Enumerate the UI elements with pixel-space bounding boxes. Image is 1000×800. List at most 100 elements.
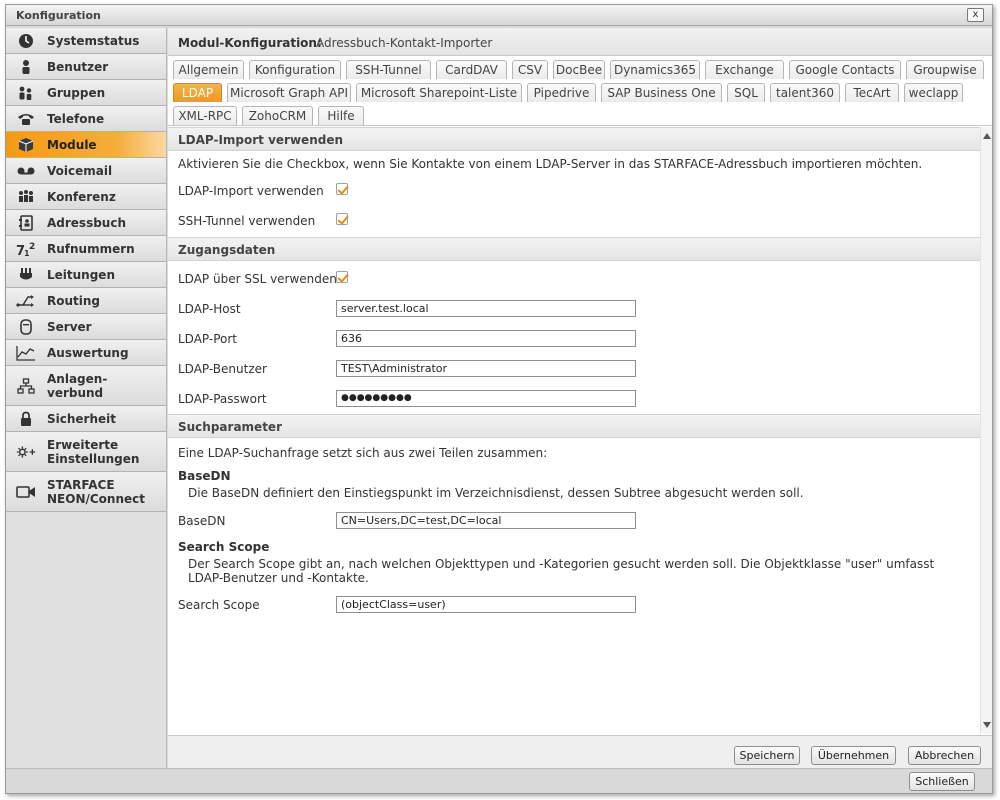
ldap-user-input[interactable]: TEST\Administrator xyxy=(336,360,636,377)
tab-google-contacts[interactable]: Google Contacts xyxy=(789,60,901,79)
section-title: Suchparameter xyxy=(178,420,282,434)
tab-microsoft-sharepoint-liste[interactable]: Microsoft Sharepoint-Liste xyxy=(356,83,522,102)
ssl-label: LDAP über SSL verwenden xyxy=(178,272,337,286)
section-title: LDAP-Import verwenden xyxy=(178,133,344,147)
section-ldap-import: LDAP-Import verwenden xyxy=(168,127,980,151)
window-close-button[interactable]: x xyxy=(967,8,984,22)
tab-microsoft-graph-api[interactable]: Microsoft Graph API xyxy=(227,83,351,102)
tab-exchange[interactable]: Exchange xyxy=(705,60,784,79)
section-zugangsdaten: Zugangsdaten xyxy=(168,237,980,261)
sidebar-item-server[interactable]: Server xyxy=(6,314,166,340)
user-icon xyxy=(16,57,36,77)
sidebar-item-module[interactable]: Module xyxy=(6,132,166,158)
sidebar-item-auswertung[interactable]: Auswertung xyxy=(6,340,166,366)
sidebar-item-routing[interactable]: Routing xyxy=(6,288,166,314)
window-title: Konfiguration xyxy=(16,9,101,22)
sidebar-item-telefone[interactable]: Telefone xyxy=(6,106,166,132)
chart-icon xyxy=(16,343,36,363)
svg-text:2: 2 xyxy=(29,242,35,252)
save-button[interactable]: Speichern xyxy=(734,746,800,765)
voicemail-icon xyxy=(16,161,36,181)
sidebar-item-label: Adressbuch xyxy=(47,215,127,230)
sidebar-item-adressbuch[interactable]: Adressbuch xyxy=(6,210,166,236)
section-title: Zugangsdaten xyxy=(178,243,276,257)
sidebar-item-konferenz[interactable]: Konferenz xyxy=(6,184,166,210)
sidebar-item-label: Rufnummern xyxy=(47,241,135,256)
window-bottom-bar: Schließen xyxy=(6,768,992,793)
routing-icon xyxy=(16,291,36,311)
ldap-port-input[interactable]: 636 xyxy=(336,330,636,347)
cancel-button[interactable]: Abbrechen xyxy=(908,746,981,765)
ldap-port-label: LDAP-Port xyxy=(178,332,238,346)
ssl-checkbox[interactable] xyxy=(336,271,348,283)
scroll-up-arrow-icon[interactable] xyxy=(983,133,991,139)
tab-dynamics365[interactable]: Dynamics365 xyxy=(610,60,700,79)
sidebar-item-label: Voicemail xyxy=(47,163,113,178)
sidebar-item-systemstatus[interactable]: Systemstatus xyxy=(6,28,166,54)
tab-allgemein[interactable]: Allgemein xyxy=(173,60,244,79)
sidebar-item-label: Module xyxy=(47,137,97,152)
lock-icon xyxy=(16,409,36,429)
use-ldap-checkbox[interactable] xyxy=(336,183,348,195)
module-name: Adressbuch-Kontakt-Importer xyxy=(316,36,493,50)
tab-weclapp[interactable]: weclapp xyxy=(904,83,963,102)
sidebar-item-gruppen[interactable]: Gruppen xyxy=(6,80,166,106)
tab-tecart[interactable]: TecArt xyxy=(845,83,899,102)
tab-docbee[interactable]: DocBee xyxy=(553,60,605,79)
tab-konfiguration[interactable]: Konfiguration xyxy=(249,60,341,79)
sidebar-item-label: Benutzer xyxy=(47,59,109,74)
basedn-heading: BaseDN xyxy=(178,469,231,483)
module-config-header: Modul-Konfiguration: Adressbuch-Kontakt-… xyxy=(168,28,992,56)
ldap-password-input[interactable]: ●●●●●●●●● xyxy=(336,390,636,407)
sidebar-item-label: Leitungen xyxy=(47,267,115,282)
sidebar-item-benutzer[interactable]: Benutzer xyxy=(6,54,166,80)
module-tabs: Allgemein Konfiguration SSH-Tunnel CardD… xyxy=(168,57,992,129)
group-icon xyxy=(16,83,36,103)
sidebar-item-label: Konferenz xyxy=(47,189,116,204)
search-scope-input[interactable]: (objectClass=user) xyxy=(336,596,636,613)
search-scope-label: Search Scope xyxy=(178,598,260,612)
tab-carddav[interactable]: CardDAV xyxy=(436,60,507,79)
sidebar: Systemstatus Benutzer Gruppen Telefone M… xyxy=(6,28,167,768)
sidebar-item-voicemail[interactable]: Voicemail xyxy=(6,158,166,184)
close-window-button[interactable]: Schließen xyxy=(909,772,975,791)
sidebar-item-rufnummern[interactable]: 712 Rufnummern xyxy=(6,236,166,262)
tab-sql[interactable]: SQL xyxy=(727,83,765,102)
sidebar-item-starface-neon-connect[interactable]: STARFACE NEON/Connect xyxy=(6,472,166,512)
tab-groupwise[interactable]: Groupwise xyxy=(906,60,984,79)
sidebar-item-label: Telefone xyxy=(47,111,105,126)
tab-ssh-tunnel[interactable]: SSH-Tunnel xyxy=(346,60,431,79)
tab-xml-rpc[interactable]: XML-RPC xyxy=(173,106,237,125)
use-ldap-label: LDAP-Import verwenden xyxy=(178,184,324,198)
sidebar-item-erweiterte-einstellungen[interactable]: Erweiterte Einstellungen xyxy=(6,432,166,472)
ldap-user-label: LDAP-Benutzer xyxy=(178,362,267,376)
basedn-label: BaseDN xyxy=(178,514,226,528)
sidebar-item-sicherheit[interactable]: Sicherheit xyxy=(6,406,166,432)
ldap-host-input[interactable]: server.test.local xyxy=(336,300,636,317)
config-window: Konfiguration x Systemstatus Benutzer Gr… xyxy=(5,4,993,794)
apply-button[interactable]: Übernehmen xyxy=(811,746,896,765)
network-icon xyxy=(16,376,36,396)
sidebar-item-anlagenverbund[interactable]: Anlagen- verbund xyxy=(6,366,166,406)
tab-sap-business-one[interactable]: SAP Business One xyxy=(601,83,722,102)
sidebar-item-leitungen[interactable]: Leitungen xyxy=(6,262,166,288)
tab-zohocrm[interactable]: ZohoCRM xyxy=(242,106,313,125)
search-scope-heading: Search Scope xyxy=(178,540,270,554)
sidebar-item-label: Anlagen- verbund xyxy=(47,371,108,400)
basedn-input[interactable]: CN=Users,DC=test,DC=local xyxy=(336,512,636,529)
tab-csv[interactable]: CSV xyxy=(512,60,548,79)
module-config-label: Modul-Konfiguration: xyxy=(178,36,322,50)
main-panel: Modul-Konfiguration: Adressbuch-Kontakt-… xyxy=(168,28,992,768)
content-scrollbar[interactable] xyxy=(980,127,992,734)
tab-pipedrive[interactable]: Pipedrive xyxy=(527,83,596,102)
tab-ldap[interactable]: LDAP xyxy=(173,83,222,102)
tab-talent360[interactable]: talent360 xyxy=(770,83,840,102)
ldap-import-description: Aktivieren Sie die Checkbox, wenn Sie Ko… xyxy=(178,157,923,171)
tab-hilfe[interactable]: Hilfe xyxy=(318,106,364,125)
window-titlebar: Konfiguration x xyxy=(6,5,992,26)
sidebar-item-label: Server xyxy=(47,319,92,334)
action-footer: Speichern Übernehmen Abbrechen xyxy=(168,735,992,768)
use-ssh-checkbox[interactable] xyxy=(336,213,348,225)
scroll-down-arrow-icon[interactable] xyxy=(983,722,991,728)
sidebar-item-label: Systemstatus xyxy=(47,33,140,48)
